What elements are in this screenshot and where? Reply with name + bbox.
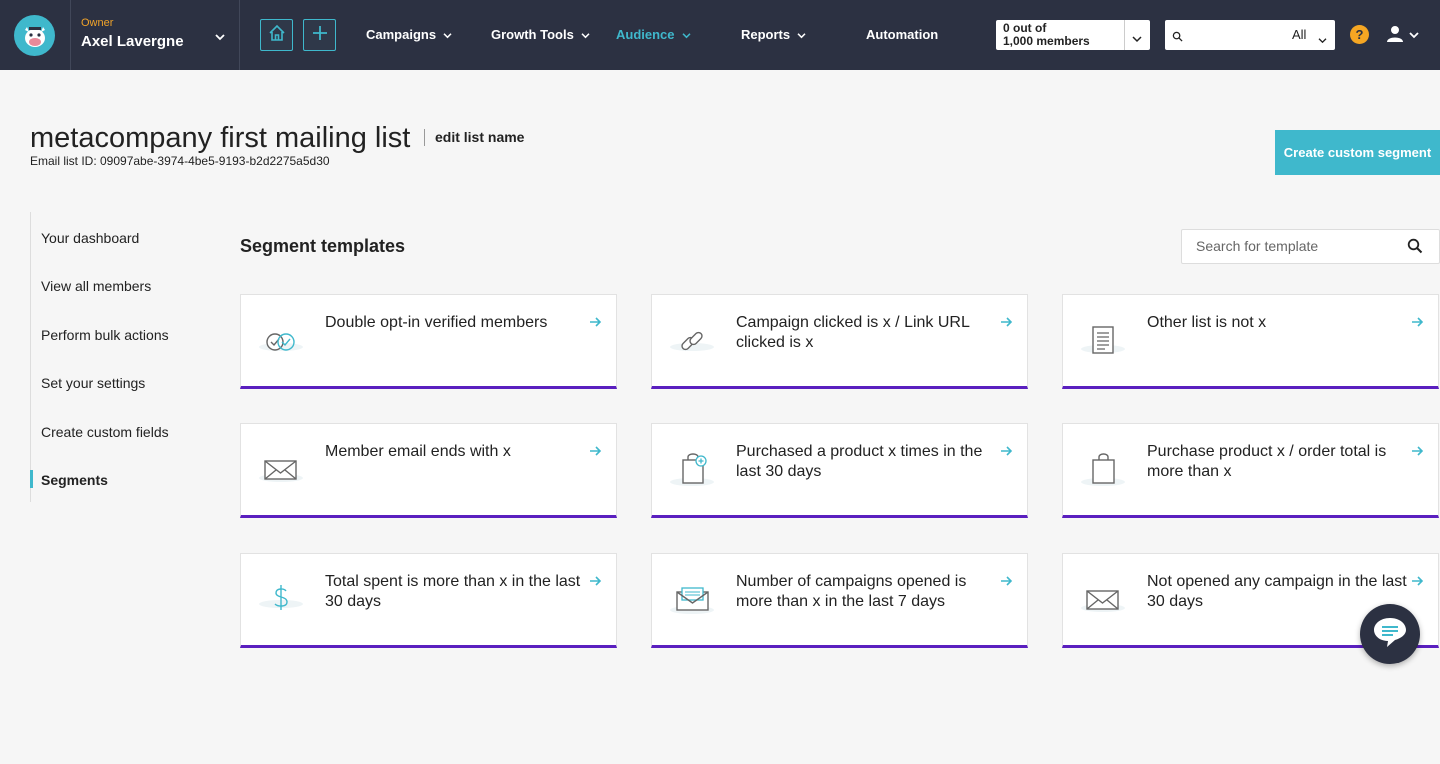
active-indicator — [30, 470, 33, 488]
template-card-campaign-clicked[interactable]: Campaign clicked is x / Link URL clicked… — [651, 294, 1028, 389]
chat-icon — [1371, 615, 1409, 654]
members-count-text: 0 out of 1,000 members — [1003, 22, 1090, 48]
members-count-line2: 1,000 members — [1003, 34, 1090, 48]
shopping-bag-icon — [1079, 446, 1127, 494]
segment-templates-heading: Segment templates — [240, 236, 406, 256]
template-card-label: Purchased a product x times in the last … — [736, 443, 983, 480]
template-card-label: Other list is not x — [1147, 314, 1267, 331]
cow-logo-icon[interactable] — [14, 15, 55, 56]
sidebar-item-segments[interactable]: Segments — [41, 471, 108, 489]
add-button[interactable] — [303, 19, 336, 51]
user-menu[interactable] — [1386, 25, 1420, 50]
nav-reports[interactable]: Reports — [741, 26, 806, 44]
sidebar-item-view-members[interactable]: View all members — [41, 277, 151, 295]
members-count-dropdown[interactable]: 0 out of 1,000 members — [996, 20, 1150, 50]
arrow-right-icon — [1000, 574, 1013, 592]
create-custom-segment-button[interactable]: Create custom segment — [1275, 130, 1440, 175]
arrow-right-icon — [589, 315, 602, 333]
nav-automation[interactable]: Automation — [866, 26, 938, 44]
template-card-purchased-times[interactable]: Purchased a product x times in the last … — [651, 423, 1028, 518]
owner-name: Axel Lavergne — [81, 33, 184, 50]
user-icon — [1386, 26, 1420, 49]
nav-growth-tools[interactable]: Growth Tools — [491, 26, 590, 44]
template-card-label: Number of campaigns opened is more than … — [736, 573, 967, 610]
dollar-icon — [257, 576, 305, 624]
open-envelope-icon — [668, 576, 716, 624]
sidebar: Your dashboard View all members Perform … — [30, 212, 210, 502]
arrow-right-icon — [1000, 315, 1013, 333]
chat-support-button[interactable] — [1360, 604, 1420, 664]
template-card-order-total[interactable]: Purchase product x / order total is more… — [1062, 423, 1439, 518]
account-switcher[interactable]: Owner Axel Lavergne — [81, 17, 184, 52]
template-card-other-list[interactable]: Other list is not x — [1062, 294, 1439, 389]
search-scope-select[interactable]: All — [1292, 27, 1306, 42]
list-document-icon — [1079, 317, 1127, 365]
envelope-icon — [257, 446, 305, 494]
chevron-down-icon[interactable] — [1132, 30, 1142, 48]
nav-reports-label: Reports — [741, 27, 791, 42]
template-card-label: Purchase product x / order total is more… — [1147, 443, 1387, 480]
template-card-label: Double opt-in verified members — [325, 314, 548, 331]
template-card-label: Not opened any campaign in the last 30 d… — [1147, 573, 1407, 610]
nav-growth-tools-label: Growth Tools — [491, 27, 574, 42]
arrow-right-icon — [589, 574, 602, 592]
title-divider — [424, 129, 425, 146]
envelope-icon — [1079, 576, 1127, 624]
arrow-right-icon — [1411, 574, 1424, 592]
search-icon — [1172, 29, 1183, 47]
template-search — [1181, 229, 1440, 264]
home-button[interactable] — [260, 19, 293, 51]
shopping-bag-plus-icon — [668, 446, 716, 494]
nav-campaigns[interactable]: Campaigns — [366, 26, 452, 44]
owner-role-label: Owner — [81, 17, 114, 29]
chevron-down-icon — [681, 26, 691, 44]
chevron-down-icon — [443, 26, 452, 44]
nav-automation-label: Automation — [866, 27, 939, 42]
template-card-label: Campaign clicked is x / Link URL clicked… — [736, 314, 970, 351]
template-search-input[interactable] — [1196, 238, 1396, 254]
sidebar-item-bulk-actions[interactable]: Perform bulk actions — [41, 326, 169, 344]
template-card-label: Member email ends with x — [325, 443, 511, 460]
template-card-total-spent[interactable]: Total spent is more than x in the last 3… — [240, 553, 617, 648]
nav-audience[interactable]: Audience — [616, 26, 691, 44]
global-search[interactable]: All — [1165, 20, 1335, 50]
chevron-down-icon[interactable] — [215, 28, 225, 46]
arrow-right-icon — [1411, 315, 1424, 333]
arrow-right-icon — [589, 444, 602, 462]
arrow-right-icon — [1411, 444, 1424, 462]
sidebar-item-dashboard[interactable]: Your dashboard — [41, 229, 139, 247]
page-title: metacompany first mailing list — [30, 122, 411, 154]
arrow-right-icon — [1000, 444, 1013, 462]
template-card-label: Total spent is more than x in the last 3… — [325, 573, 581, 610]
dropdown-divider — [1124, 20, 1125, 50]
chevron-down-icon — [797, 26, 806, 44]
double-check-icon — [257, 317, 305, 365]
help-icon[interactable]: ? — [1350, 25, 1369, 44]
search-icon[interactable] — [1407, 238, 1423, 259]
chevron-down-icon — [581, 26, 590, 44]
template-card-campaigns-opened[interactable]: Number of campaigns opened is more than … — [651, 553, 1028, 648]
nav-divider — [239, 0, 240, 70]
nav-divider — [70, 0, 71, 70]
home-icon — [268, 24, 286, 47]
chevron-down-icon[interactable] — [1318, 31, 1327, 49]
sidebar-item-custom-fields[interactable]: Create custom fields — [41, 423, 169, 441]
nav-campaigns-label: Campaigns — [366, 27, 437, 42]
nav-audience-label: Audience — [616, 27, 675, 42]
top-navigation-bar: Owner Axel Lavergne Campaigns Growth Too… — [0, 0, 1440, 70]
plus-icon — [312, 25, 328, 46]
email-list-id: Email list ID: 09097abe-3974-4be5-9193-b… — [30, 154, 330, 168]
sidebar-item-settings[interactable]: Set your settings — [41, 374, 145, 392]
link-icon — [668, 317, 716, 365]
template-card-email-ends-with[interactable]: Member email ends with x — [240, 423, 617, 518]
template-card-double-opt-in[interactable]: Double opt-in verified members — [240, 294, 617, 389]
edit-list-name-link[interactable]: edit list name — [435, 129, 524, 145]
